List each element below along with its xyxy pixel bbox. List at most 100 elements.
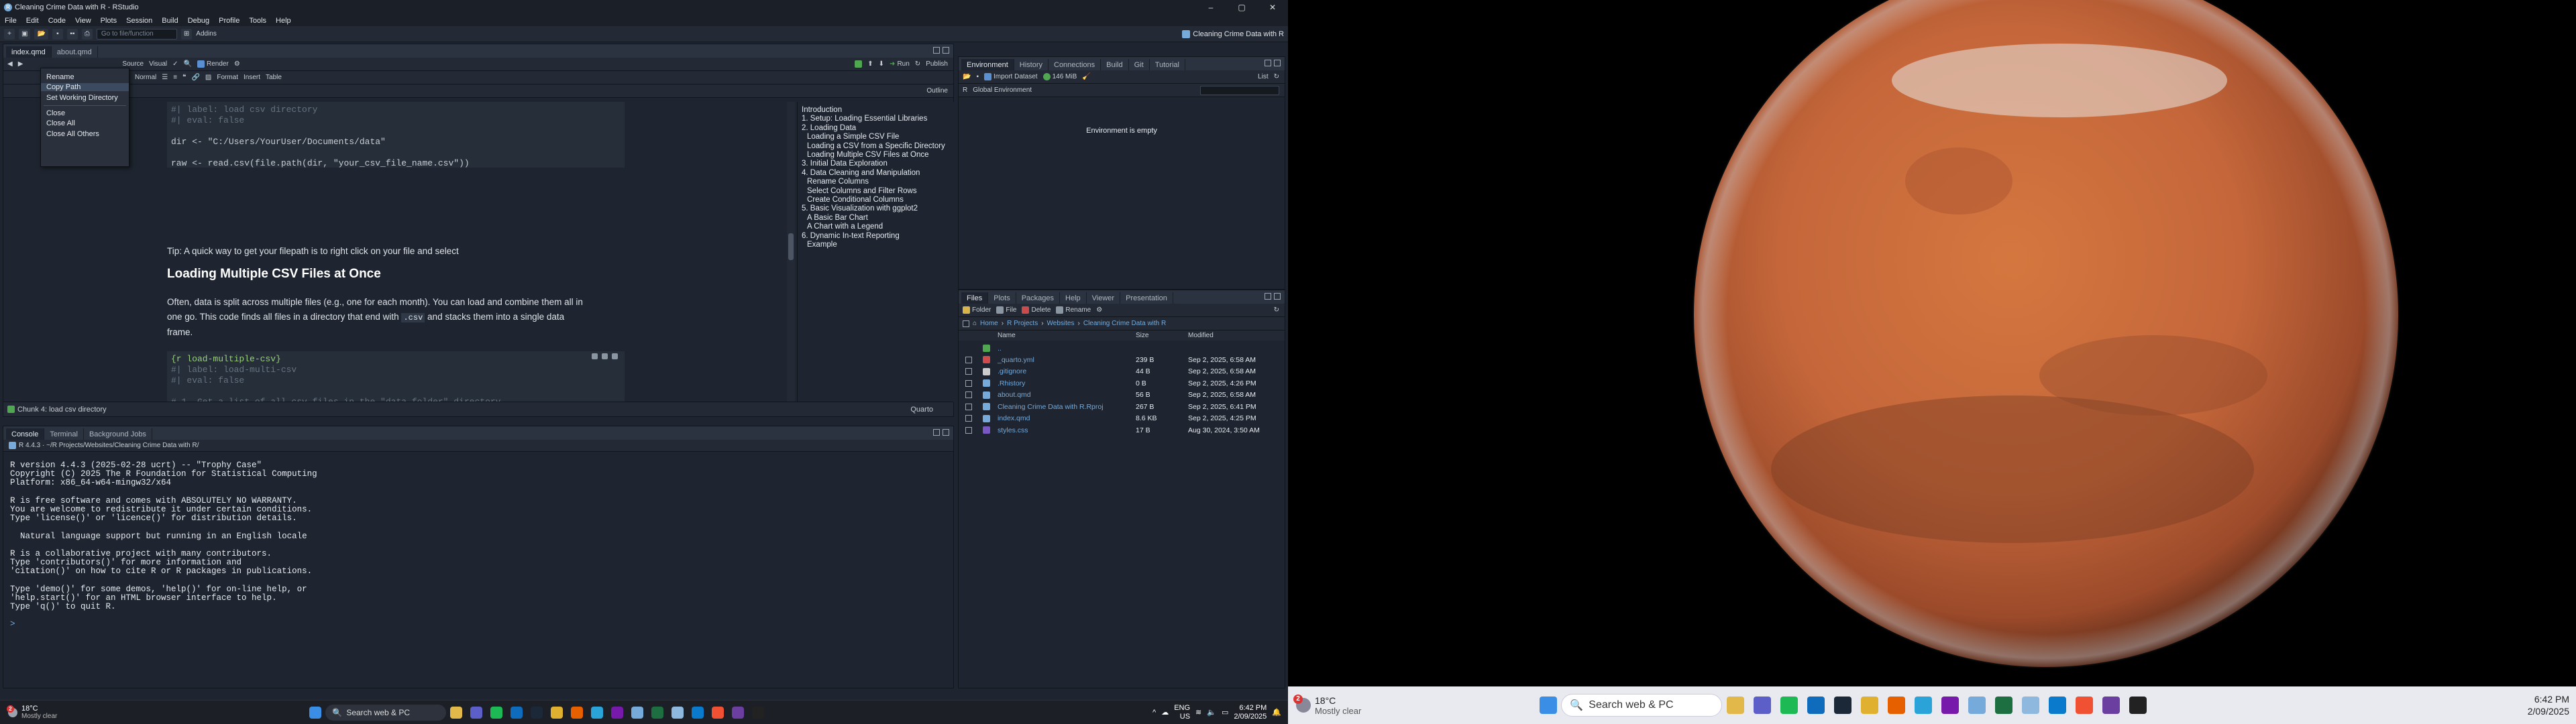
notifications-icon[interactable]: 🔔: [1272, 708, 1281, 717]
breadcrumb-item[interactable]: Cleaning Crime Data with R: [1083, 320, 1166, 327]
clock[interactable]: 6:42 PM 2/09/2025: [1234, 704, 1267, 721]
firefox-icon[interactable]: [571, 706, 584, 719]
settings-icon[interactable]: ⚙: [234, 60, 240, 68]
tab-viewer[interactable]: Viewer: [1087, 292, 1121, 304]
close-button[interactable]: ✕: [1257, 0, 1288, 15]
home-icon[interactable]: ⌂: [973, 320, 977, 327]
menu-help[interactable]: Help: [271, 17, 296, 25]
breadcrumb-item[interactable]: R Projects: [1007, 320, 1038, 327]
file-name[interactable]: _quarto.yml: [998, 356, 1034, 364]
taskbar-search[interactable]: 🔍 Search web & PC: [1561, 694, 1723, 717]
terminal-icon[interactable]: [2129, 697, 2147, 714]
pane-minimize-icon[interactable]: [1265, 293, 1271, 300]
open-file-icon[interactable]: 📂: [34, 28, 48, 40]
editor-scrollbar[interactable]: [787, 102, 795, 402]
header-size[interactable]: Size: [1136, 332, 1148, 339]
file-explorer-icon[interactable]: [1727, 697, 1745, 714]
outline-item[interactable]: 3. Initial Data Exploration: [802, 160, 951, 168]
new-file-icon[interactable]: +: [4, 28, 15, 40]
menu-rename[interactable]: Rename: [41, 73, 129, 81]
onedrive-icon[interactable]: ☁: [1161, 708, 1169, 717]
tab-history[interactable]: History: [1014, 59, 1049, 70]
rerun-icon[interactable]: ↻: [915, 60, 920, 68]
project-button[interactable]: Cleaning Crime Data with R: [1182, 29, 1284, 40]
file-name[interactable]: .Rhistory: [998, 379, 1025, 387]
file-row[interactable]: Cleaning Crime Data with R.Rproj 267 B Sep…: [959, 401, 1285, 412]
vscode-icon[interactable]: [692, 706, 704, 719]
back-icon[interactable]: ◀: [7, 60, 13, 68]
menu-view[interactable]: View: [70, 17, 96, 25]
run-chunk-icon[interactable]: [612, 353, 618, 359]
file-name[interactable]: Cleaning Crime Data with R.Rproj: [998, 403, 1104, 411]
quote-icon[interactable]: ❝: [182, 74, 186, 81]
chrome-icon[interactable]: [551, 706, 564, 719]
refresh-icon[interactable]: ↻: [1274, 73, 1279, 80]
app-icon[interactable]: [2102, 697, 2121, 714]
breadcrumb-item[interactable]: Websites: [1047, 320, 1075, 327]
table-menu[interactable]: Table: [266, 74, 282, 81]
menu-set-working-directory[interactable]: Set Working Directory: [41, 94, 129, 102]
teams-icon[interactable]: [470, 706, 483, 719]
firefox-icon[interactable]: [1888, 697, 1906, 714]
language-indicator[interactable]: ENG US: [1174, 704, 1190, 721]
pane-maximize-icon[interactable]: [943, 429, 949, 436]
tab-tutorial[interactable]: Tutorial: [1150, 59, 1185, 70]
tab-packages[interactable]: Packages: [1016, 292, 1061, 304]
chevron-up-icon[interactable]: ^: [1152, 709, 1156, 717]
r-select[interactable]: R: [963, 86, 967, 94]
select-all-checkbox[interactable]: [963, 320, 969, 327]
code-chunk-load-csv-dir[interactable]: #| label: load csv directory #| eval: fal…: [167, 102, 625, 168]
tab-plots[interactable]: Plots: [988, 292, 1016, 304]
file-checkbox[interactable]: [965, 403, 972, 410]
file-checkbox[interactable]: [965, 379, 972, 387]
rstudio-icon[interactable]: [631, 706, 644, 719]
bullet-list-icon[interactable]: ☰: [162, 74, 168, 81]
chrome-icon[interactable]: [1861, 697, 1879, 714]
file-explorer-icon[interactable]: [450, 706, 463, 719]
up-icon[interactable]: ⬆: [867, 60, 873, 68]
chunk-settings-icon[interactable]: [592, 353, 598, 359]
tab-git[interactable]: Git: [1129, 59, 1150, 70]
menu-tools[interactable]: Tools: [244, 17, 271, 25]
maximize-button[interactable]: ▢: [1226, 0, 1257, 15]
insert-menu[interactable]: Insert: [244, 74, 260, 81]
edge-icon[interactable]: [1915, 697, 1933, 714]
memory-usage[interactable]: 146 MiB: [1042, 73, 1077, 80]
taskbar-search[interactable]: 🔍 Search web & PC: [325, 704, 447, 721]
publish-button[interactable]: Publish: [926, 60, 948, 68]
volume-icon[interactable]: 🔈: [1207, 708, 1216, 717]
onenote-icon[interactable]: [1941, 697, 1960, 714]
outline-item[interactable]: A Chart with a Legend: [802, 223, 951, 231]
tab-background-jobs[interactable]: Background Jobs: [84, 428, 152, 440]
tab-build[interactable]: Build: [1101, 59, 1129, 70]
menu-close[interactable]: Close: [41, 109, 129, 117]
menu-copy-path[interactable]: Copy Path: [41, 83, 129, 91]
more-gear-icon[interactable]: ⚙: [1096, 306, 1102, 314]
spotify-icon[interactable]: [490, 706, 503, 719]
console-path-text[interactable]: R 4.4.3 · ~/R Projects/Websites/Cleaning…: [19, 442, 199, 449]
new-project-icon[interactable]: ▣: [19, 28, 31, 40]
addins-button[interactable]: Addins: [196, 30, 217, 38]
outlook-icon[interactable]: [511, 706, 523, 719]
excel-icon[interactable]: [1995, 697, 2013, 714]
code-chunk-load-multi-csv[interactable]: {r load-multiple-csv} #| label: load-mult…: [167, 351, 625, 402]
clock[interactable]: 6:42 PM 2/09/2025: [2528, 693, 2569, 717]
open-icon[interactable]: 📂: [963, 73, 971, 80]
render-button[interactable]: Render: [197, 60, 229, 68]
run-button[interactable]: ➜ Run: [890, 60, 910, 68]
file-row[interactable]: about.qmd 56 B Sep 2, 2025, 6:58 AM: [959, 389, 1285, 401]
menu-close-all[interactable]: Close All: [41, 119, 129, 127]
file-name[interactable]: styles.css: [998, 426, 1028, 434]
file-checkbox[interactable]: [965, 391, 972, 398]
start-icon[interactable]: [1540, 697, 1558, 714]
link-icon[interactable]: 🔗: [191, 74, 199, 81]
onenote-icon[interactable]: [611, 706, 624, 719]
forward-icon[interactable]: ▶: [18, 60, 23, 68]
header-name[interactable]: Name: [998, 332, 1016, 339]
file-row[interactable]: .Rhistory 0 B Sep 2, 2025, 4:26 PM: [959, 377, 1285, 389]
tab-connections[interactable]: Connections: [1049, 59, 1102, 70]
edge-icon[interactable]: [591, 706, 604, 719]
tab-help[interactable]: Help: [1060, 292, 1087, 304]
file-row[interactable]: styles.css 17 B Aug 30, 2024, 3:50 AM: [959, 424, 1285, 436]
outline-item[interactable]: Loading a Simple CSV File: [802, 133, 951, 141]
